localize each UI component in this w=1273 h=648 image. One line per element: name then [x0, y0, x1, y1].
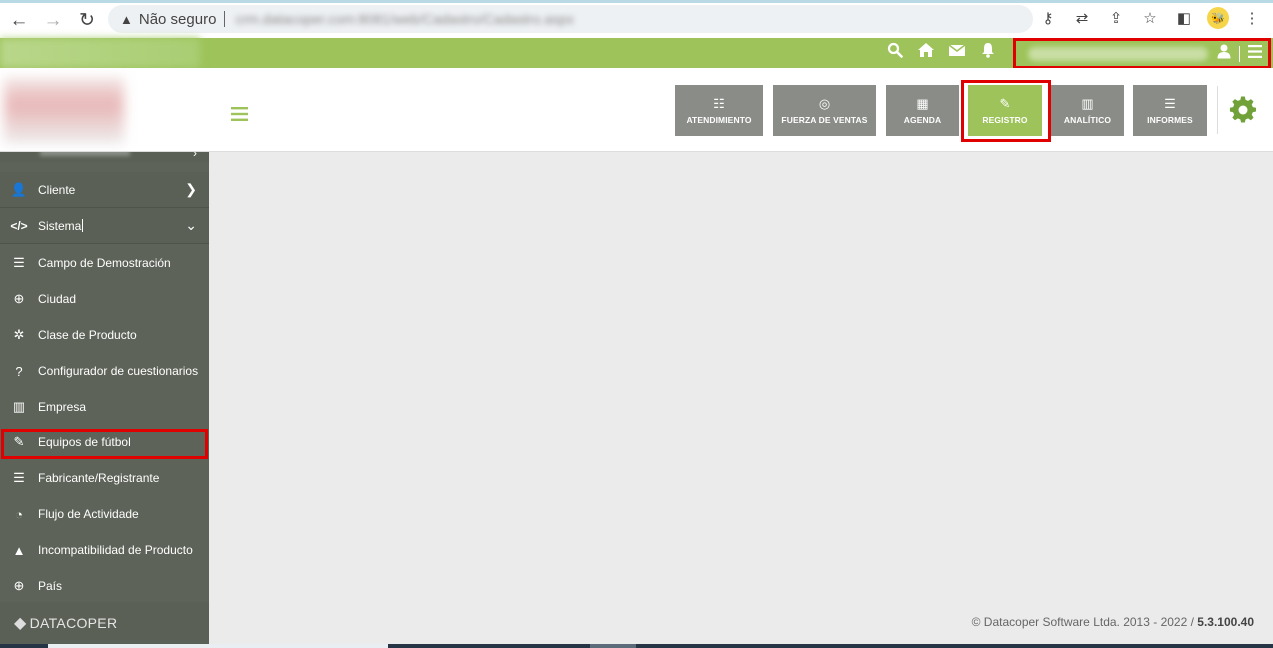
module-label: FUERZA DE VENTAS: [781, 115, 868, 125]
module-label: ATENDIMIENTO: [686, 115, 752, 125]
registro-highlight: [961, 80, 1051, 142]
globe-icon: ⊕: [13, 291, 25, 306]
sidebar-item-label: Sistema: [38, 218, 82, 233]
target-icon: ◎: [818, 96, 831, 111]
user-name[interactable]: [1028, 46, 1208, 61]
brand-name: DATACOPER: [29, 615, 118, 631]
equipos-highlight: [1, 429, 208, 459]
sidebar-subitem-flujo-de-actividade[interactable]: ◔ Flujo de Actividade: [0, 496, 209, 532]
warning-icon: ▲: [120, 11, 133, 27]
building-icon: ▥: [12, 399, 26, 414]
cubes-icon: ✲: [13, 327, 25, 342]
forward-button[interactable]: →: [38, 6, 68, 36]
translate-icon[interactable]: ⇄: [1071, 6, 1093, 30]
sidebar-toggle-icon[interactable]: [231, 104, 248, 127]
sidebar-item-cliente[interactable]: 👤 Cliente ❯: [0, 172, 209, 208]
sidebar-subitem-pais[interactable]: ⊕ País: [0, 568, 209, 602]
module-atendimiento[interactable]: ☷ ATENDIMIENTO: [675, 85, 763, 136]
sidebar-item-label: Clase de Producto: [38, 328, 137, 342]
user-divider: [1239, 45, 1240, 62]
footer-copyright: © Datacoper Software Ltda. 2013 - 2022 /…: [972, 615, 1254, 629]
text-cursor: [82, 219, 84, 232]
module-analitico[interactable]: ▥ ANALÍTICO: [1051, 85, 1124, 136]
chevron-down-icon: ⌄: [185, 217, 197, 233]
gear-icon[interactable]: [1229, 96, 1257, 131]
code-icon: </>: [10, 218, 28, 233]
main-content: [209, 152, 1273, 644]
menu-dots-icon[interactable]: ⋮: [1241, 6, 1263, 30]
version-number: 5.3.100.40: [1197, 615, 1254, 629]
module-label: ANALÍTICO: [1063, 115, 1112, 125]
sidebar-item-label: Fabricante/Registrante: [38, 471, 160, 485]
sidebar-subitem-empresa[interactable]: ▥ Empresa: [0, 389, 209, 425]
warning-icon: ▲: [12, 542, 26, 558]
list-alt-icon: ☰: [13, 470, 25, 485]
sidebar-item-label: Configurador de cuestionarios: [38, 364, 199, 378]
globe-icon: ⊕: [13, 578, 25, 593]
sidebar-item-label: Ciudad: [38, 292, 77, 306]
user-icon: 👤: [10, 181, 28, 197]
mail-icon[interactable]: [948, 43, 966, 62]
module-label: AGENDA: [903, 115, 942, 125]
brand-logo: [0, 38, 200, 68]
share-icon[interactable]: ⇪: [1105, 6, 1127, 30]
sidebar-item-label: Cliente: [38, 182, 76, 197]
address-divider: [224, 11, 226, 27]
hamburger-menu-icon[interactable]: [1248, 45, 1262, 62]
sidebar-subitem-configurador-de-cuestionarios[interactable]: ? Configurador de cuestionarios: [0, 353, 209, 389]
module-agenda[interactable]: ▦ AGENDA: [886, 85, 959, 136]
module-label: INFORMES: [1147, 115, 1193, 125]
search-icon[interactable]: [886, 42, 904, 63]
key-icon[interactable]: ⚷: [1037, 6, 1059, 30]
security-label[interactable]: Não seguro: [139, 11, 217, 28]
user-icon[interactable]: [1217, 44, 1231, 63]
home-icon[interactable]: [917, 42, 935, 63]
list-ol-icon: ☰: [13, 255, 25, 270]
module-informes[interactable]: ☰ INFORMES: [1133, 85, 1207, 136]
calendar-icon: ▦: [916, 96, 929, 111]
sidebar-item-clipped[interactable]: ›: [0, 152, 209, 162]
browser-actions: ⚷ ⇄ ⇪ ☆ ◧ 🐝 ⋮: [1037, 6, 1263, 30]
sidebar-item-label: Campo de Demostración: [38, 256, 171, 270]
list-icon: ☰: [1164, 96, 1176, 111]
address-bar[interactable]: ▲ Não seguro crm.datacoper.com:8081/web/…: [108, 5, 1033, 33]
sidebar-subitem-ciudad[interactable]: ⊕ Ciudad: [0, 281, 209, 317]
sidebar-footer-brand: ◆ DATACOPER: [0, 602, 209, 644]
chevron-right-icon: ❯: [185, 181, 197, 197]
profile-avatar[interactable]: 🐝: [1207, 7, 1229, 29]
back-button[interactable]: ←: [4, 6, 34, 36]
bar-chart-icon: ▥: [1081, 96, 1094, 111]
topbar-icons: [886, 42, 997, 63]
sidebar-item-sistema[interactable]: </> Sistema ⌄: [0, 208, 209, 244]
copyright-text: © Datacoper Software Ltda. 2013 - 2022 /: [971, 615, 1198, 629]
question-circle-icon: ?: [15, 363, 23, 379]
module-fuerza-de-ventas[interactable]: ◎ FUERZA DE VENTAS: [773, 85, 876, 136]
url-text[interactable]: crm.datacoper.com:8081/web/Cadastro/Cada…: [235, 11, 574, 27]
company-logo: [4, 78, 124, 144]
datacoper-logo-icon: ◆: [14, 615, 27, 632]
star-icon[interactable]: ☆: [1139, 6, 1161, 30]
sidebar-subitem-clase-de-producto[interactable]: ✲ Clase de Producto: [0, 317, 209, 353]
sidebar-subitem-incompatibilidad-de-producto[interactable]: ▲ Incompatibilidad de Producto: [0, 532, 209, 568]
taskbar-strip: [0, 644, 1273, 648]
reload-button[interactable]: ↻: [72, 6, 102, 36]
sidebar: › 👤 Cliente ❯ </> Sistema ⌄ ☰ Campo de D…: [0, 152, 209, 602]
side-panel-icon[interactable]: ◧: [1173, 6, 1195, 30]
sidebar-item-label: País: [38, 579, 63, 593]
list-check-icon: ☷: [713, 96, 725, 111]
sidebar-item-label: Empresa: [38, 400, 87, 414]
sidebar-item-label: Incompatibilidad de Producto: [38, 543, 193, 557]
sidebar-item-label: Flujo de Actividade: [38, 507, 139, 521]
user-menu-highlight[interactable]: [1013, 38, 1271, 69]
bell-icon[interactable]: [979, 42, 997, 63]
sidebar-subitem-fabricante-registrante[interactable]: ☰ Fabricante/Registrante: [0, 460, 209, 496]
tachometer-icon: ◔: [15, 506, 23, 522]
sidebar-subitem-campo-de-demostracion[interactable]: ☰ Campo de Demostración: [0, 245, 209, 281]
header-divider: [1217, 86, 1218, 134]
